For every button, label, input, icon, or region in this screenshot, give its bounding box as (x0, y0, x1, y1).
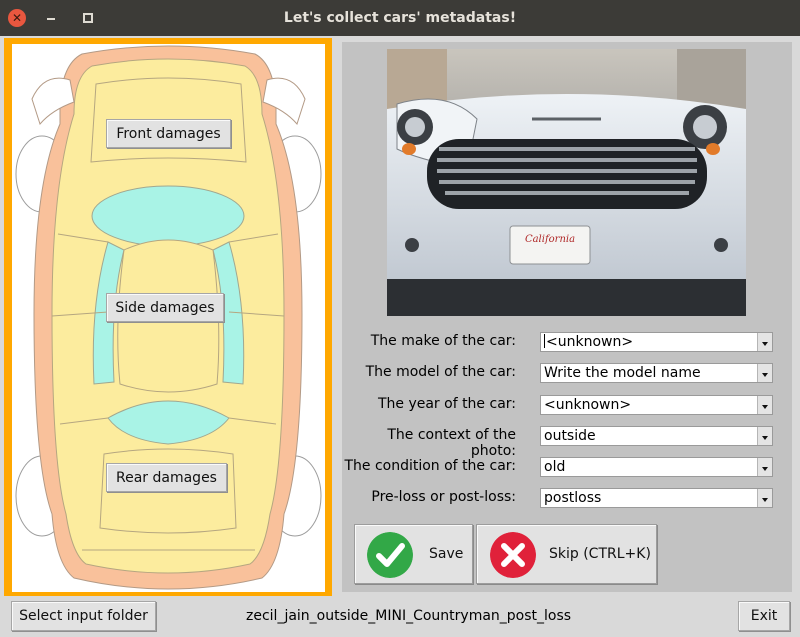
context-value: outside (544, 428, 596, 444)
year-label: The year of the car: (377, 396, 516, 412)
chevron-down-icon[interactable] (757, 489, 772, 507)
make-combobox[interactable]: <unknown> (540, 332, 773, 352)
year-value: <unknown> (544, 397, 632, 413)
chevron-down-icon[interactable] (757, 333, 772, 351)
condition-value: old (544, 459, 566, 475)
model-combobox[interactable]: Write the model name (540, 363, 773, 383)
current-filename: zecil_jain_outside_MINI_Countryman_post_… (246, 608, 572, 624)
rear-damages-button[interactable]: Rear damages (106, 463, 227, 492)
windshield (91, 185, 245, 247)
car-diagram-panel: Front damages Side damages Rear damages (4, 38, 332, 596)
chevron-down-icon[interactable] (757, 427, 772, 445)
chevron-down-icon[interactable] (757, 364, 772, 382)
x-icon (490, 532, 536, 578)
window-titlebar: ✕ Let's collect cars' metadatas! (0, 0, 800, 36)
window-title: Let's collect cars' metadatas! (283, 10, 517, 26)
condition-combobox[interactable]: old (540, 457, 773, 477)
make-label: The make of the car: (370, 333, 516, 349)
model-value: Write the model name (544, 365, 701, 381)
front-damages-button[interactable]: Front damages (106, 119, 231, 148)
loss-combobox[interactable]: postloss (540, 488, 773, 508)
side-damages-button[interactable]: Side damages (106, 293, 224, 322)
check-icon (367, 532, 413, 578)
loss-value: postloss (544, 490, 602, 506)
exit-button[interactable]: Exit (738, 601, 790, 631)
skip-label: Skip (CTRL+K) (549, 546, 651, 562)
car-photo: California (387, 49, 746, 316)
year-combobox[interactable]: <unknown> (540, 395, 773, 415)
chevron-down-icon[interactable] (757, 458, 772, 476)
select-input-folder-button[interactable]: Select input folder (11, 601, 156, 631)
make-value: <unknown> (546, 334, 634, 350)
chevron-down-icon[interactable] (757, 396, 772, 414)
metadata-panel: California The make of the car: <unknown… (342, 42, 792, 592)
license-plate-text: California (525, 234, 575, 245)
context-label: The context of the photo: (387, 427, 516, 459)
context-combobox[interactable]: outside (540, 426, 773, 446)
save-label: Save (429, 546, 464, 562)
save-button[interactable]: Save (354, 524, 473, 584)
loss-label: Pre-loss or post-loss: (371, 489, 516, 505)
model-label: The model of the car: (365, 364, 516, 380)
condition-label: The condition of the car: (344, 458, 516, 474)
car-diagram-canvas: Front damages Side damages Rear damages (12, 44, 325, 592)
skip-button[interactable]: Skip (CTRL+K) (476, 524, 657, 584)
